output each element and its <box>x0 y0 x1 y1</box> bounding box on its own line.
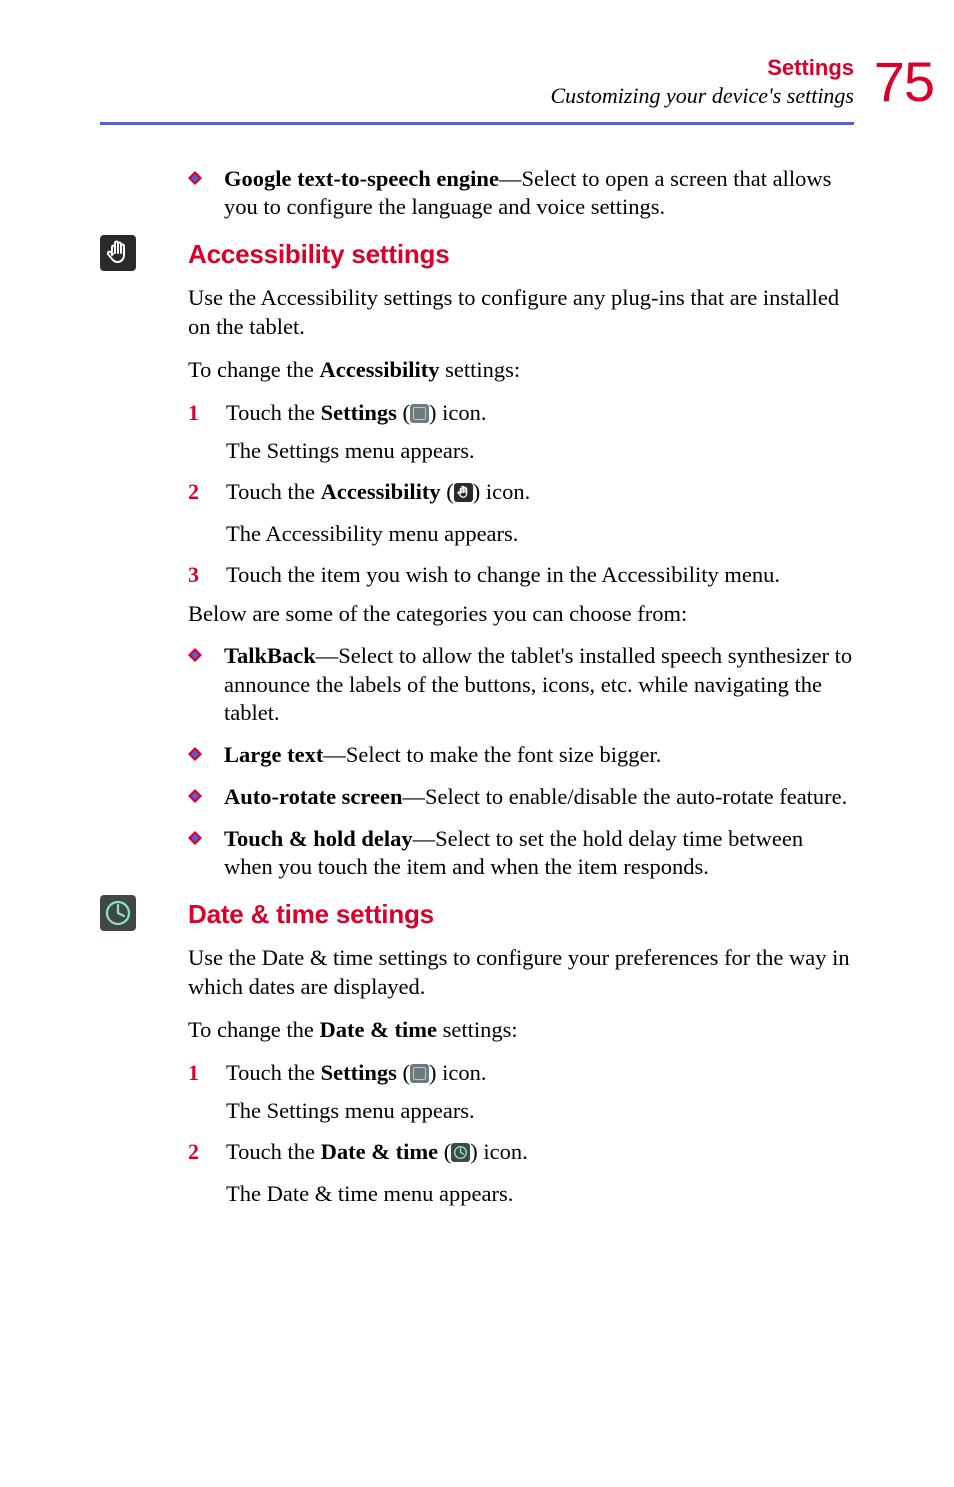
step-text: Touch the Date & time ( ) icon. <box>226 1138 854 1170</box>
bullet-rest: —Select to make the font size bigger. <box>323 742 661 767</box>
step-result: The Date & time menu appears. <box>226 1180 854 1209</box>
step-number: 2 <box>188 1138 226 1166</box>
step-number: 1 <box>188 399 226 427</box>
accessibility-section-header: Accessibility settings <box>100 235 854 276</box>
text-bold: Accessibility <box>320 357 440 382</box>
clock-icon <box>100 895 136 936</box>
datetime-body: Use the Date & time settings to configur… <box>188 944 854 1209</box>
list-item: TalkBack—Select to allow the tablet's in… <box>188 642 854 726</box>
datetime-section-header: Date & time settings <box>100 895 854 936</box>
text-post: ) icon. <box>470 1139 527 1164</box>
step-result: The Settings menu appears. <box>226 437 854 466</box>
diamond-bullet-icon <box>188 171 202 185</box>
step-number: 2 <box>188 478 226 506</box>
text-mid: ( <box>438 1139 451 1164</box>
step-text: Touch the Accessibility ( ) icon. <box>226 478 854 510</box>
hand-icon <box>454 481 473 510</box>
list-item: Large text—Select to make the font size … <box>188 741 854 769</box>
text-mid: ( <box>397 400 410 425</box>
diamond-bullet-icon <box>188 789 202 803</box>
step-row: 1 Touch the Settings ( ) icon. <box>188 1059 854 1088</box>
text-mid: ( <box>397 1060 410 1085</box>
accessibility-heading: Accessibility settings <box>188 239 449 270</box>
text-post: ) icon. <box>429 1060 486 1085</box>
page-header: Settings Customizing your device's setti… <box>100 55 854 125</box>
clock-icon <box>451 1141 470 1170</box>
bullet-text: Large text—Select to make the font size … <box>224 741 854 769</box>
diamond-bullet-icon <box>188 831 202 845</box>
step-row: 3 Touch the item you wish to change in t… <box>188 561 854 590</box>
text-pre: Touch the <box>226 1060 321 1085</box>
header-right: Settings Customizing your device's setti… <box>550 55 854 109</box>
bullet-text: Auto-rotate screen—Select to enable/disa… <box>224 783 854 811</box>
page-root: Settings Customizing your device's setti… <box>0 0 954 1281</box>
paragraph: Use the Date & time settings to configur… <box>188 944 854 1002</box>
bullet-bold: TalkBack <box>224 643 316 668</box>
bullet-bold: Google text-to-speech engine <box>224 166 499 191</box>
text-pre: To change the <box>188 1017 320 1042</box>
paragraph: To change the Accessibility settings: <box>188 356 854 385</box>
step-number: 3 <box>188 561 226 589</box>
list-item: Google text-to-speech engine—Select to o… <box>188 165 854 221</box>
bullet-rest: —Select to allow the tablet's installed … <box>224 643 852 724</box>
step-number: 1 <box>188 1059 226 1087</box>
diamond-bullet-icon <box>188 747 202 761</box>
header-section-title: Settings <box>550 55 854 81</box>
page-content: Google text-to-speech engine—Select to o… <box>100 143 854 1209</box>
text-mid: ( <box>441 479 454 504</box>
header-subtitle: Customizing your device's settings <box>550 83 854 109</box>
step-result: The Settings menu appears. <box>226 1097 854 1126</box>
bullet-bold: Auto-rotate screen <box>224 784 402 809</box>
accessibility-section-icon-wrap <box>100 235 188 276</box>
text-bold: Date & time <box>321 1139 438 1164</box>
paragraph: To change the Date & time settings: <box>188 1016 854 1045</box>
bullet-text: Google text-to-speech engine—Select to o… <box>224 165 854 221</box>
step-row: 2 Touch the Accessibility ( ) icon. <box>188 478 854 510</box>
text-post: settings: <box>437 1017 518 1042</box>
header-rule <box>100 122 854 125</box>
paragraph: Below are some of the categories you can… <box>188 600 854 629</box>
bullet-text: TalkBack—Select to allow the tablet's in… <box>224 642 854 726</box>
step-text: Touch the Settings ( ) icon. <box>226 399 854 428</box>
step-row: 2 Touch the Date & time ( ) icon. <box>188 1138 854 1170</box>
list-item: Auto-rotate screen—Select to enable/disa… <box>188 783 854 811</box>
bullet-bold: Touch & hold delay <box>224 826 413 851</box>
list-item: Touch & hold delay—Select to set the hol… <box>188 825 854 881</box>
hand-icon <box>100 235 136 276</box>
page-number: 75 <box>874 49 934 114</box>
step-row: 1 Touch the Settings ( ) icon. <box>188 399 854 428</box>
bullet-rest: —Select to enable/disable the auto-rotat… <box>402 784 847 809</box>
step-text: Touch the item you wish to change in the… <box>226 561 854 590</box>
step-result: The Accessibility menu appears. <box>226 520 854 549</box>
paragraph: Use the Accessibility settings to config… <box>188 284 854 342</box>
bullet-bold: Large text <box>224 742 323 767</box>
step-text: Touch the Settings ( ) icon. <box>226 1059 854 1088</box>
settings-icon <box>410 1064 429 1083</box>
text-bold: Settings <box>321 1060 397 1085</box>
datetime-section-icon-wrap <box>100 895 188 936</box>
text-bold: Accessibility <box>321 479 441 504</box>
text-pre: To change the <box>188 357 320 382</box>
text-bold: Settings <box>321 400 397 425</box>
text-pre: Touch the <box>226 1139 321 1164</box>
text-bold: Date & time <box>320 1017 437 1042</box>
accessibility-body: Use the Accessibility settings to config… <box>188 284 854 881</box>
text-post: ) icon. <box>473 479 530 504</box>
bullet-text: Touch & hold delay—Select to set the hol… <box>224 825 854 881</box>
text-post: ) icon. <box>429 400 486 425</box>
top-bullet-block: Google text-to-speech engine—Select to o… <box>188 165 854 221</box>
settings-icon <box>410 404 429 423</box>
text-pre: Touch the <box>226 400 321 425</box>
datetime-heading: Date & time settings <box>188 899 434 930</box>
text-pre: Touch the <box>226 479 321 504</box>
text-post: settings: <box>439 357 520 382</box>
diamond-bullet-icon <box>188 648 202 662</box>
